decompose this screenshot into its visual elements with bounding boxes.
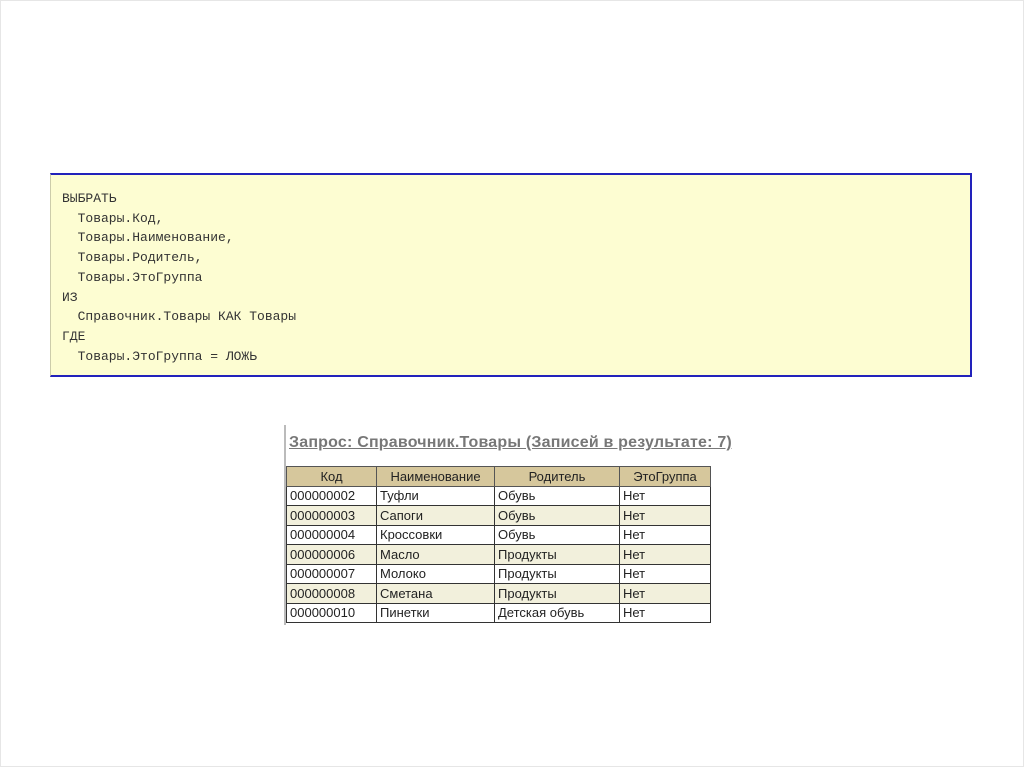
table-row: 000000008 Сметана Продукты Нет [286,583,711,604]
column-header: ЭтоГруппа [619,466,711,487]
table-cell: Нет [619,583,711,604]
table-cell: Нет [619,505,711,526]
table-cell: 000000007 [286,563,377,584]
column-header: Наименование [376,466,495,487]
table-cell: Пинетки [376,602,495,623]
column-header: Родитель [494,466,620,487]
table-cell: Кроссовки [376,524,495,545]
table-cell: Обувь [494,485,620,506]
table-cell: Нет [619,524,711,545]
table-cell: 000000010 [286,602,377,623]
table-cell: Нет [619,485,711,506]
table-cell: Масло [376,544,495,565]
table-row: 000000004 Кроссовки Обувь Нет [286,524,711,545]
code-line: ГДЕ [62,328,86,344]
table-cell: Нет [619,544,711,565]
table-cell: Обувь [494,524,620,545]
table-row: 000000010 Пинетки Детская обувь Нет [286,602,711,623]
table-cell: Сапоги [376,505,495,526]
table-cell: Нет [619,563,711,584]
code-line: Товары.Родитель, [62,250,203,266]
table-cell: Продукты [494,544,620,565]
table-cell: 000000003 [286,505,377,526]
code-line: Товары.ЭтоГруппа [62,269,203,285]
table-cell: Детская обувь [494,602,620,623]
slide-frame [0,0,1024,767]
code-line: ВЫБРАТЬ [62,191,117,206]
code-line: Товары.ЭтоГруппа = ЛОЖЬ [62,348,258,364]
table-cell: 000000006 [286,544,377,565]
table-row: 000000007 Молоко Продукты Нет [286,563,711,584]
table-cell: 000000004 [286,524,377,545]
table-cell: Обувь [494,505,620,526]
code-line: Товары.Наименование, [62,230,234,246]
table-cell: 000000002 [286,485,377,506]
table-cell: Продукты [494,563,620,584]
table-cell: Продукты [494,583,620,604]
table-cell: Молоко [376,563,495,584]
table-cell: Сметана [376,583,495,604]
table-cell: Нет [619,602,711,623]
table-row: 000000002 Туфли Обувь Нет [286,485,711,506]
query-code-block: ВЫБРАТЬ Товары.Код, Товары.Наименование,… [50,173,972,377]
result-table: Код Наименование Родитель ЭтоГруппа 0000… [286,466,711,623]
table-cell: 000000008 [286,583,377,604]
code-line: ИЗ [62,289,78,305]
code-line: Справочник.Товары КАК Товары [62,309,297,325]
table-row: 000000006 Масло Продукты Нет [286,544,711,565]
result-title: Запрос: Справочник.Товары (Записей в рез… [289,434,732,451]
code-line: Товары.Код, [62,210,164,226]
table-row: 000000003 Сапоги Обувь Нет [286,505,711,526]
column-header: Код [286,466,377,487]
table-cell: Туфли [376,485,495,506]
